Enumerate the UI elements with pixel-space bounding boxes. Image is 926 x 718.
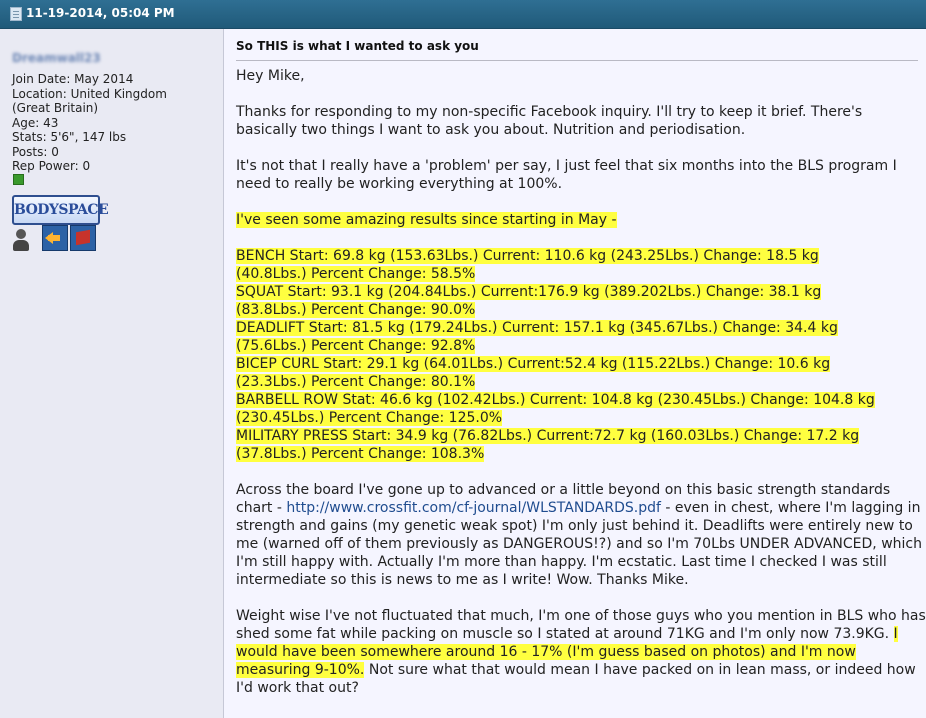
stats: Stats: 5'6", 147 lbs: [12, 130, 127, 144]
post-content: So THIS is what I wanted to ask you Hey …: [224, 29, 926, 718]
reputation-square-icon: [13, 174, 24, 185]
lift-line: (37.8Lbs.) Percent Change: 108.3%: [236, 446, 485, 462]
paragraph-weight: Weight wise I've not fluctuated that muc…: [236, 607, 926, 697]
lift-line: (23.3Lbs.) Percent Change: 80.1%: [236, 374, 476, 390]
reply-arrow-icon[interactable]: [42, 225, 68, 251]
lift-line: BARBELL ROW Stat: 46.6 kg (102.42Lbs.) C…: [236, 392, 875, 408]
lift-row: MILITARY PRESS Start: 34.9 kg (76.82Lbs.…: [236, 427, 926, 463]
location-country: (Great Britain): [12, 101, 99, 115]
standards-link[interactable]: http://www.crossfit.com/cf-journal/WLSTA…: [286, 500, 661, 516]
lift-line: (83.8Lbs.) Percent Change: 90.0%: [236, 302, 476, 318]
lift-row: BENCH Start: 69.8 kg (153.63Lbs.) Curren…: [236, 247, 926, 283]
lift-line: BENCH Start: 69.8 kg (153.63Lbs.) Curren…: [236, 248, 819, 264]
rep-power: Rep Power: 0: [12, 159, 91, 173]
lift-row: SQUAT Start: 93.1 kg (204.84Lbs.) Curren…: [236, 283, 926, 319]
post-date: 11-19-2014, 05:04 PM: [26, 6, 175, 20]
user-meta: Join Date: May 2014 Location: United Kin…: [12, 72, 167, 174]
paragraph-standards: Across the board I've gone up to advance…: [236, 481, 926, 589]
lift-line: DEADLIFT Start: 81.5 kg (179.24Lbs.) Cur…: [236, 320, 838, 336]
age: Age: 43: [12, 115, 59, 130]
lift-line: (230.45Lbs.) Percent Change: 125.0%: [236, 410, 503, 426]
post-subject: So THIS is what I wanted to ask you: [236, 39, 479, 53]
post-header-bar: 11-19-2014, 05:04 PM: [0, 0, 926, 29]
lift-line: (40.8Lbs.) Percent Change: 58.5%: [236, 266, 476, 282]
lift-line: (75.6Lbs.) Percent Change: 92.8%: [236, 338, 476, 354]
post-count: Posts: 0: [12, 144, 59, 159]
lift-row: BICEP CURL Start: 29.1 kg (64.01Lbs.) Cu…: [236, 355, 926, 391]
lift-row: DEADLIFT Start: 81.5 kg (179.24Lbs.) Cur…: [236, 319, 926, 355]
paragraph-intro: Thanks for responding to my non-specific…: [236, 104, 863, 138]
results-intro-text: I've seen some amazing results since sta…: [236, 212, 617, 228]
results-intro: I've seen some amazing results since sta…: [236, 211, 926, 229]
username-link[interactable]: Dreamwall23: [12, 51, 101, 65]
lift-row: BARBELL ROW Stat: 46.6 kg (102.42Lbs.) C…: [236, 391, 926, 427]
paragraph-problem: It's not that I really have a 'problem' …: [236, 158, 897, 192]
lift-line: SQUAT Start: 93.1 kg (204.84Lbs.) Curren…: [236, 284, 822, 300]
subject-divider: [236, 60, 918, 61]
post-document-icon: [10, 7, 22, 21]
location: Location: United Kingdom: [12, 86, 167, 101]
user-profile-icon[interactable]: [12, 229, 30, 251]
join-date: Join Date: May 2014: [12, 72, 134, 86]
weight-text: Weight wise I've not fluctuated that muc…: [236, 608, 926, 642]
lift-line: BICEP CURL Start: 29.1 kg (64.01Lbs.) Cu…: [236, 356, 831, 372]
lift-line: MILITARY PRESS Start: 34.9 kg (76.82Lbs.…: [236, 428, 860, 444]
bodyspace-button[interactable]: BODYSPACE: [12, 195, 109, 225]
greeting: Hey Mike,: [236, 68, 305, 84]
lift-results: BENCH Start: 69.8 kg (153.63Lbs.) Curren…: [236, 247, 926, 463]
report-flag-icon[interactable]: [70, 225, 96, 251]
user-info-sidebar: Dreamwall23 Join Date: May 2014 Location…: [0, 29, 224, 718]
message-body: Hey Mike, Thanks for responding to my no…: [236, 67, 926, 715]
forum-post: 11-19-2014, 05:04 PM Dreamwall23 Join Da…: [0, 0, 926, 718]
